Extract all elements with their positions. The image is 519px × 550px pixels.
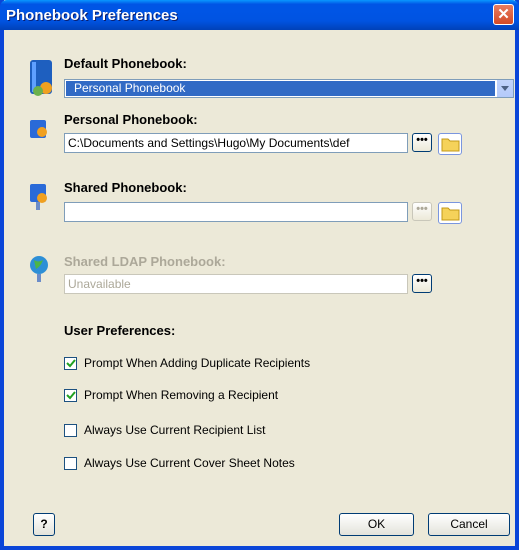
title-bar[interactable]: Phonebook Preferences ✕ [0, 0, 519, 30]
current-recipient-list-checkbox[interactable] [64, 424, 77, 437]
personal-browse-button[interactable]: ••• [412, 133, 432, 152]
ldap-globe-icon [30, 256, 48, 282]
default-phonebook-select[interactable]: Personal Phonebook [64, 79, 514, 98]
close-button[interactable]: ✕ [493, 4, 514, 25]
checkmark-icon [66, 359, 76, 368]
shared-folder-button[interactable] [438, 202, 462, 224]
phonebook-preferences-dialog: Phonebook Preferences ✕ Default Phoneboo… [0, 0, 519, 550]
shared-phonebook-icon [30, 184, 47, 210]
checkmark-icon [66, 391, 76, 400]
user-preferences-heading: User Preferences: [64, 323, 176, 338]
personal-phonebook-path-input[interactable]: C:\Documents and Settings\Hugo\My Docume… [64, 133, 408, 153]
current-recipient-list-label: Always Use Current Recipient List [84, 423, 266, 437]
shared-browse-button[interactable]: ••• [412, 202, 432, 221]
prompt-duplicate-checkbox[interactable] [64, 357, 77, 370]
ldap-phonebook-label: Shared LDAP Phonebook: [64, 254, 226, 269]
chevron-down-icon[interactable] [496, 80, 513, 97]
current-cover-notes-checkbox[interactable] [64, 457, 77, 470]
personal-phonebook-label: Personal Phonebook: [64, 112, 198, 127]
default-phonebook-value: Personal Phonebook [66, 81, 495, 96]
folder-icon [441, 138, 460, 152]
ldap-browse-button[interactable]: ••• [412, 274, 432, 293]
personal-phonebook-icon [30, 120, 47, 138]
folder-icon [441, 207, 460, 221]
shared-phonebook-label: Shared Phonebook: [64, 180, 187, 195]
current-cover-notes-label: Always Use Current Cover Sheet Notes [84, 456, 295, 470]
dialog-title: Phonebook Preferences [6, 7, 178, 24]
default-phonebook-label: Default Phonebook: [64, 56, 187, 71]
phonebook-book-icon [30, 60, 52, 96]
ldap-phonebook-input: Unavailable [64, 274, 408, 294]
ok-button[interactable]: OK [339, 513, 414, 536]
cancel-button[interactable]: Cancel [428, 513, 510, 536]
prompt-remove-checkbox[interactable] [64, 389, 77, 402]
personal-folder-button[interactable] [438, 133, 462, 155]
prompt-duplicate-label: Prompt When Adding Duplicate Recipients [84, 356, 311, 370]
help-button[interactable]: ? [33, 513, 55, 536]
shared-phonebook-path-input[interactable] [64, 202, 408, 222]
prompt-remove-label: Prompt When Removing a Recipient [84, 388, 279, 402]
close-icon: ✕ [497, 6, 510, 23]
